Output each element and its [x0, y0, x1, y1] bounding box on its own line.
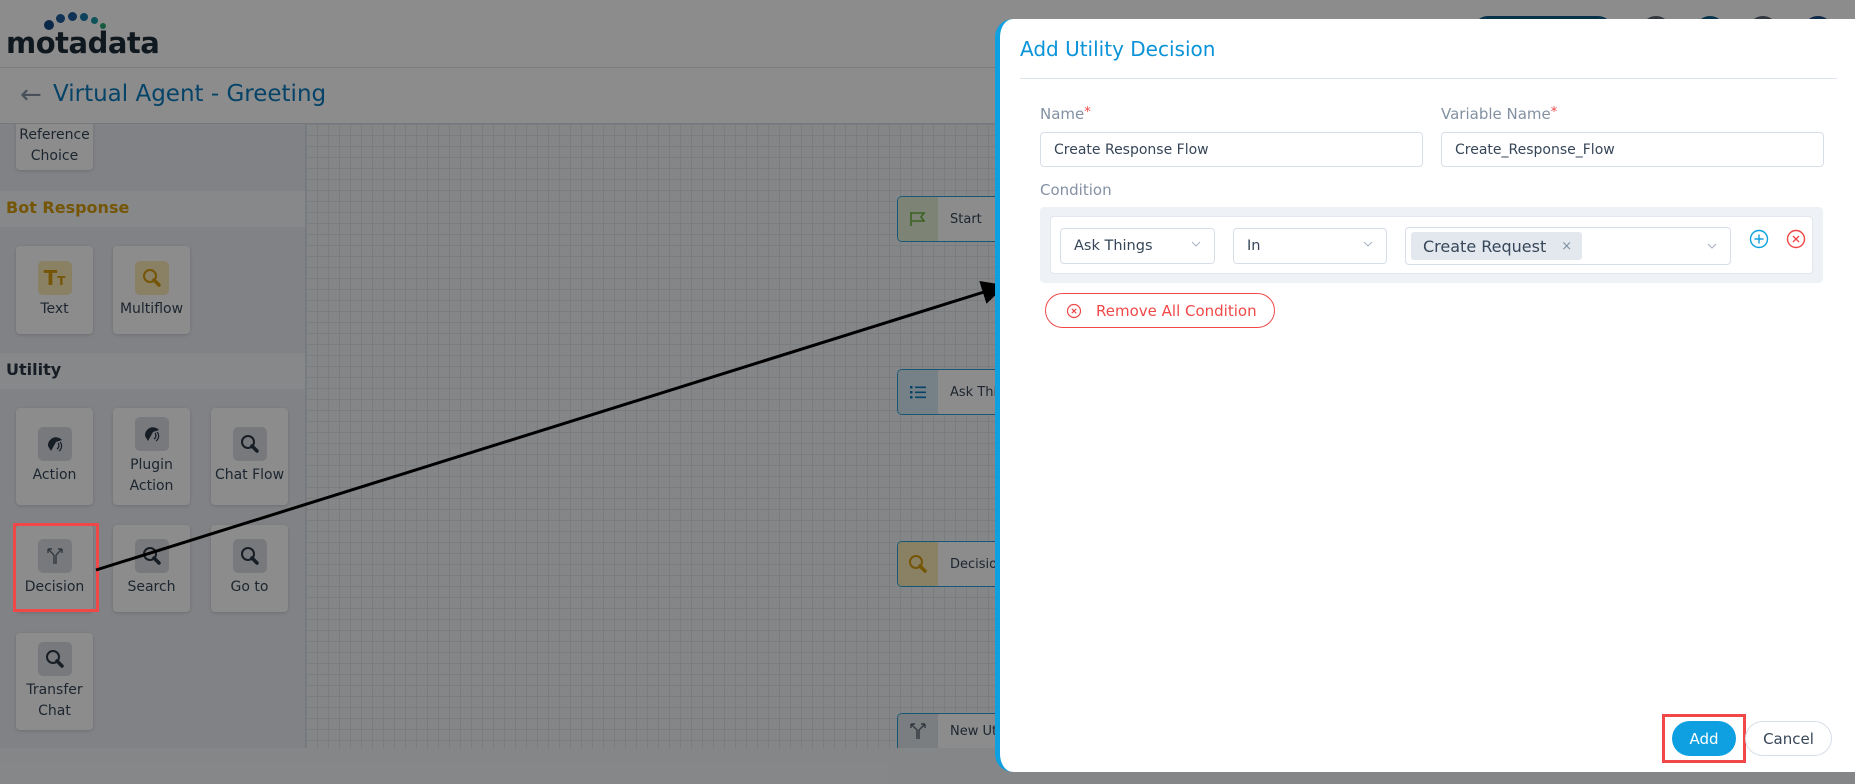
chip-label: Create Request — [1423, 236, 1547, 256]
variable-name-label: Variable Name* — [1441, 105, 1557, 123]
condition-field-value: Ask Things — [1074, 238, 1153, 254]
remove-condition-icon[interactable] — [1786, 229, 1806, 249]
variable-name-input[interactable] — [1441, 132, 1824, 167]
condition-label: Condition — [1040, 181, 1112, 199]
add-button[interactable]: Add — [1672, 721, 1736, 756]
variable-name-label-text: Variable Name — [1441, 105, 1551, 123]
remove-all-label: Remove All Condition — [1096, 301, 1257, 320]
name-label: Name* — [1040, 105, 1091, 123]
condition-value-multiselect[interactable]: Create Request × — [1405, 227, 1731, 265]
chevron-down-icon — [1191, 241, 1201, 247]
chevron-down-icon — [1363, 241, 1373, 247]
condition-group: Ask Things In Create Request × — [1040, 207, 1823, 283]
required-mark: * — [1550, 105, 1558, 120]
chevron-down-icon — [1707, 243, 1717, 249]
value-chip: Create Request × — [1411, 232, 1583, 260]
name-input[interactable] — [1040, 132, 1423, 167]
required-mark: * — [1084, 105, 1091, 120]
condition-operator-value: In — [1247, 238, 1261, 254]
add-condition-icon[interactable] — [1749, 229, 1769, 249]
cancel-button[interactable]: Cancel — [1745, 721, 1832, 756]
add-utility-decision-dialog: Add Utility Decision Name* Variable Name… — [995, 19, 1855, 772]
remove-all-condition-button[interactable]: Remove All Condition — [1045, 293, 1275, 328]
divider — [1020, 78, 1837, 79]
condition-operator-select[interactable]: In — [1233, 228, 1387, 264]
condition-field-select[interactable]: Ask Things — [1060, 228, 1215, 264]
condition-row: Ask Things In Create Request × — [1050, 216, 1813, 274]
name-label-text: Name — [1040, 105, 1085, 123]
chip-remove-icon[interactable]: × — [1561, 239, 1572, 254]
dialog-title: Add Utility Decision — [1020, 37, 1216, 61]
close-circle-icon — [1066, 303, 1082, 318]
